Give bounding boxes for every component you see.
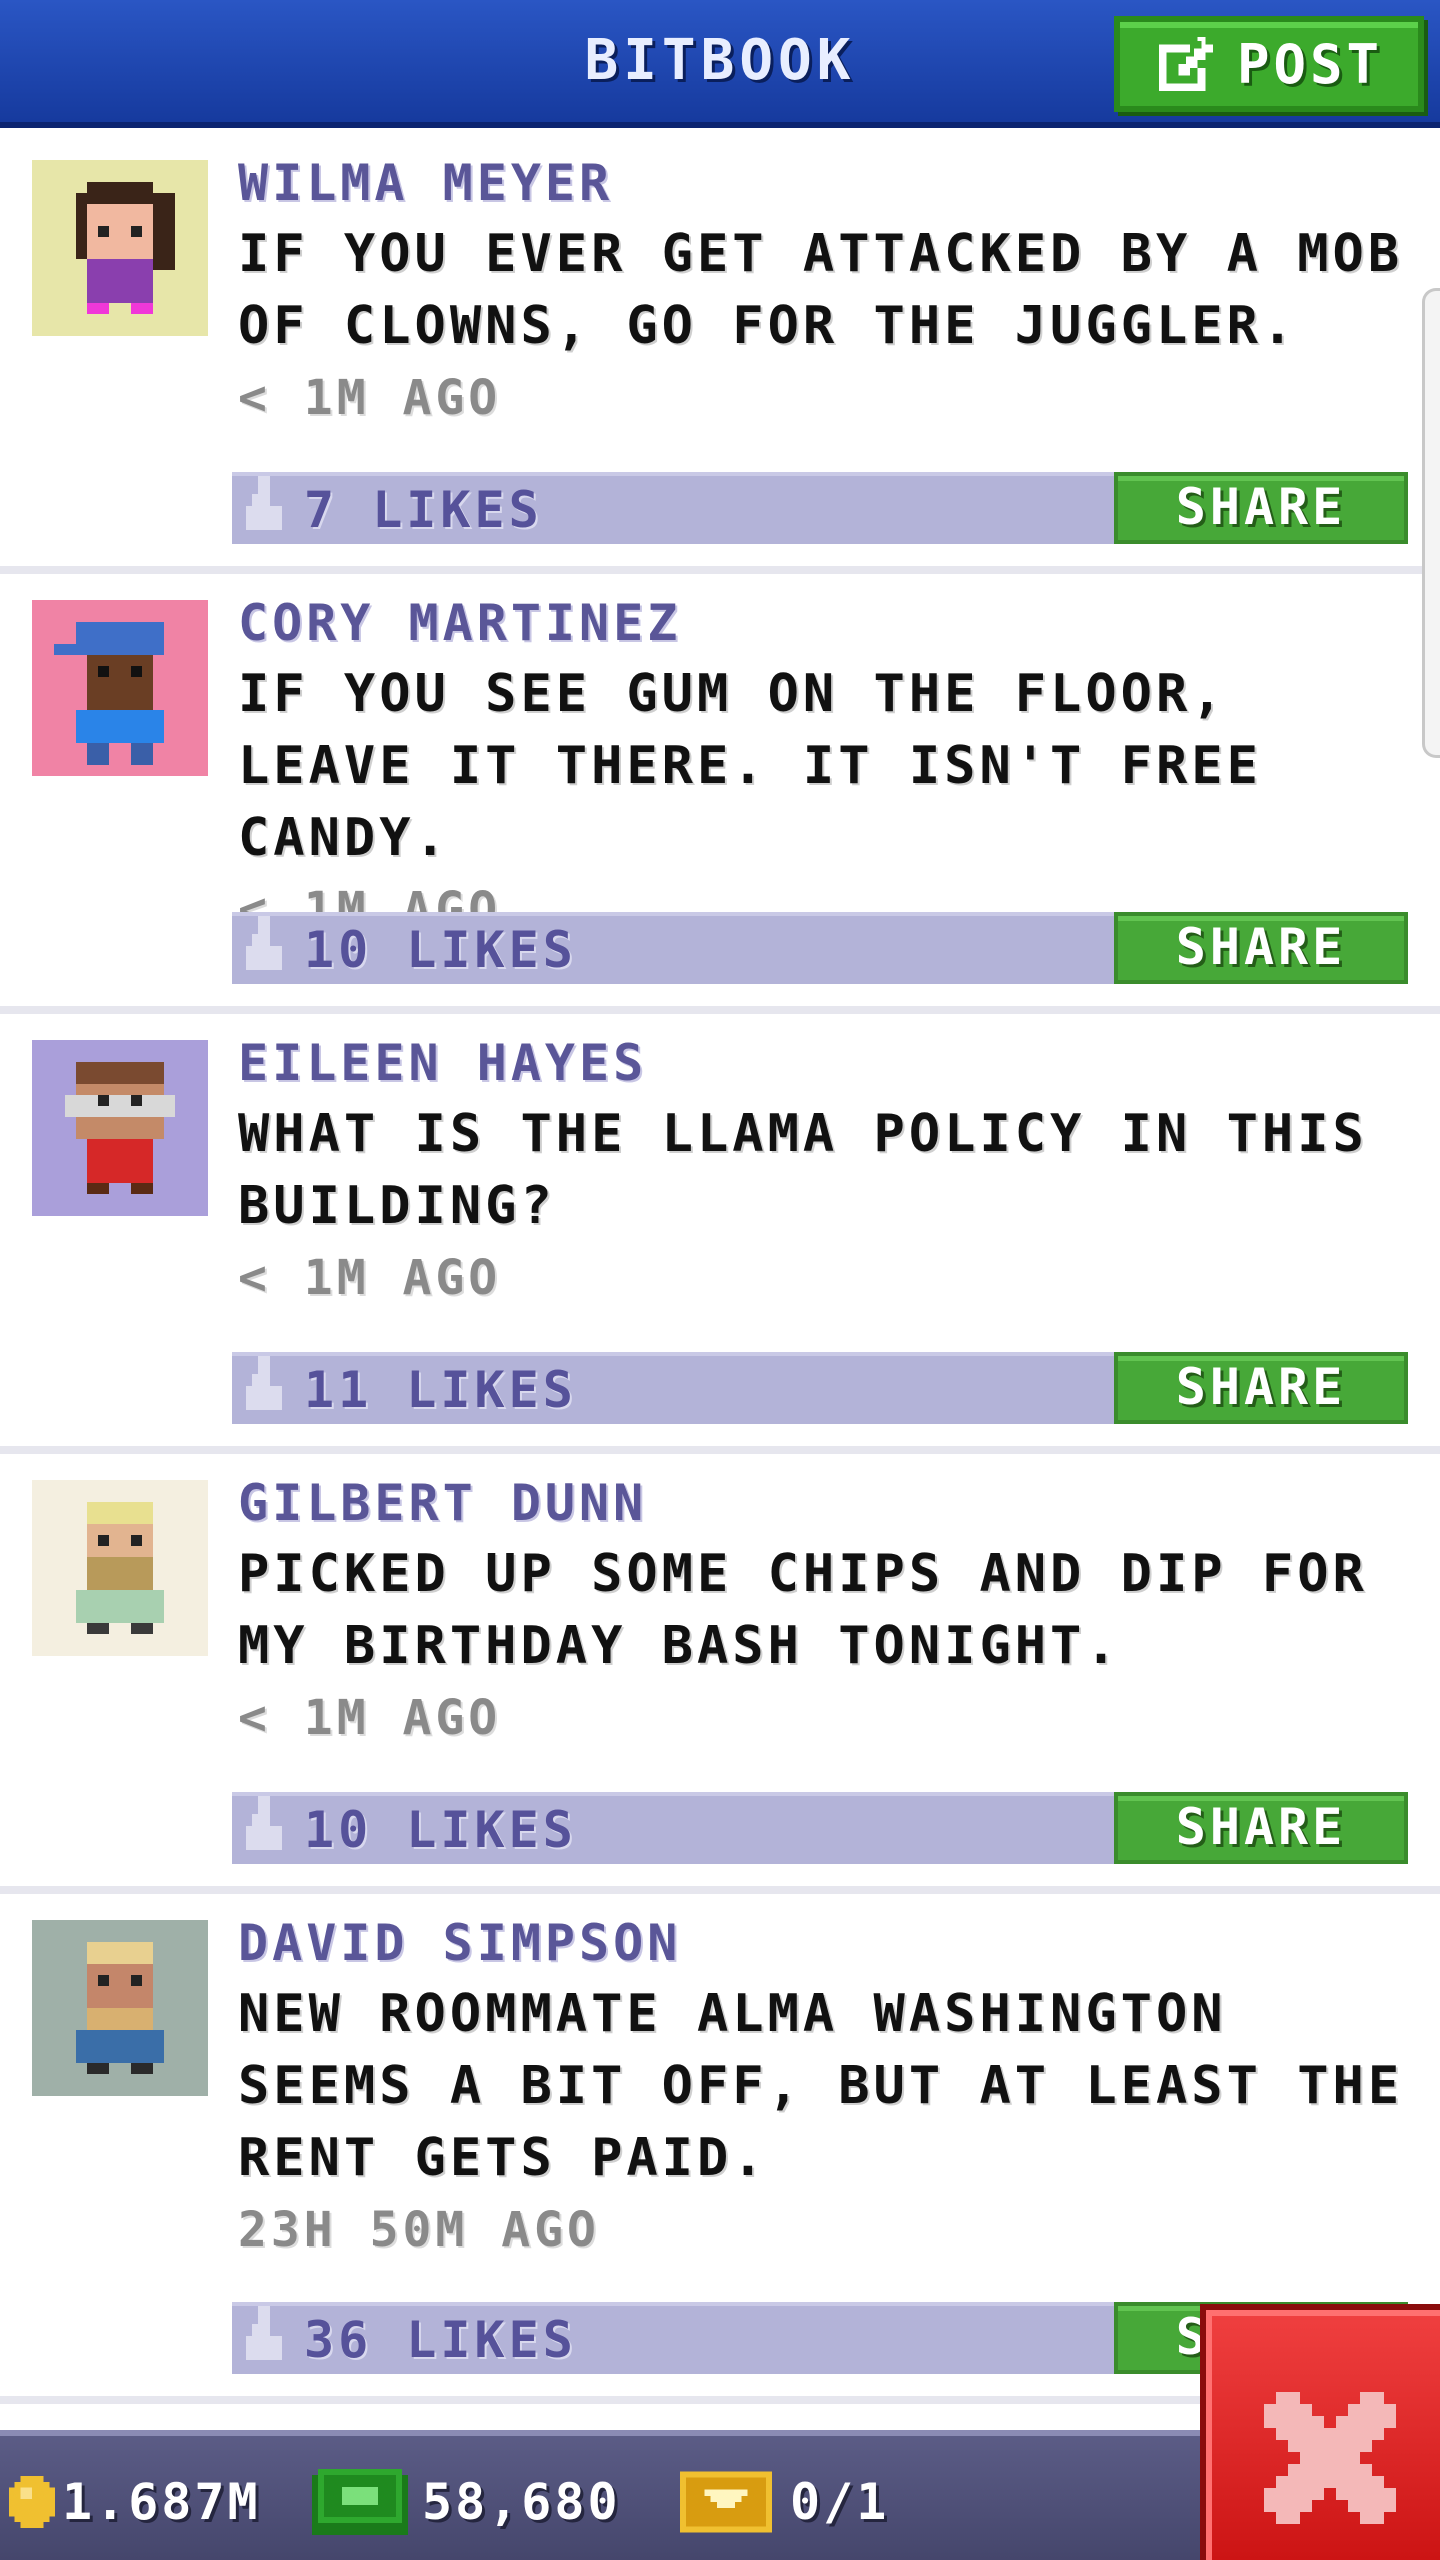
thumbs-up-icon[interactable] <box>246 476 282 536</box>
post-button[interactable]: POST <box>1114 16 1424 112</box>
share-button[interactable]: SHARE <box>1114 472 1408 544</box>
likes-bar: 7 LIKES SHARE <box>232 472 1408 544</box>
tickets-stat: 0/1 <box>680 2464 889 2540</box>
likes-count: 7 LIKES <box>304 481 543 539</box>
bitbook-screen: BITBOOK POST WILMA MEYER IF YOU EVER GET… <box>0 0 1440 2560</box>
coins-stat: 1.687M <box>8 2464 261 2540</box>
avatar <box>32 600 208 776</box>
close-button[interactable] <box>1200 2304 1440 2560</box>
avatar <box>32 1040 208 1216</box>
edit-icon <box>1158 36 1214 92</box>
cash-stat: 58,680 <box>312 2464 621 2540</box>
post-body: CORY MARTINEZ IF YOU SEE GUM ON THE FLOO… <box>238 592 1418 946</box>
share-button[interactable]: SHARE <box>1114 912 1408 984</box>
post-button-label: POST <box>1236 32 1384 96</box>
post-body: DAVID SIMPSON NEW ROOMMATE ALMA WASHINGT… <box>238 1912 1418 2266</box>
author-name[interactable]: WILMA MEYER <box>238 152 1418 214</box>
coins-value: 1.687M <box>62 2473 261 2531</box>
feed-post: CORY MARTINEZ IF YOU SEE GUM ON THE FLOO… <box>0 574 1440 1014</box>
likes-count: 11 LIKES <box>304 1361 577 1419</box>
cash-icon <box>312 2469 408 2535</box>
cash-value: 58,680 <box>422 2473 621 2531</box>
feed-post: WILMA MEYER IF YOU EVER GET ATTACKED BY … <box>0 134 1440 574</box>
post-timestamp: < 1M AGO <box>238 1690 502 1746</box>
thumbs-up-icon[interactable] <box>246 1796 282 1856</box>
likes-bar: 10 LIKES SHARE <box>232 912 1408 984</box>
likes-count: 10 LIKES <box>304 921 577 979</box>
avatar <box>32 1920 208 2096</box>
avatar <box>32 160 208 336</box>
share-button[interactable]: SHARE <box>1114 1352 1408 1424</box>
ticket-icon <box>680 2471 772 2533</box>
close-icon <box>1264 2392 1396 2524</box>
post-body: EILEEN HAYES WHAT IS THE LLAMA POLICY IN… <box>238 1032 1418 1314</box>
header-bar: BITBOOK POST <box>0 0 1440 128</box>
coin-icon <box>8 2476 56 2528</box>
scrollbar[interactable] <box>1422 288 1440 758</box>
share-button[interactable]: SHARE <box>1114 1792 1408 1864</box>
feed-post: EILEEN HAYES WHAT IS THE LLAMA POLICY IN… <box>0 1014 1440 1454</box>
likes-count: 36 LIKES <box>304 2311 577 2369</box>
tickets-value: 0/1 <box>790 2473 890 2531</box>
author-name[interactable]: EILEEN HAYES <box>238 1032 1418 1094</box>
post-body: WILMA MEYER IF YOU EVER GET ATTACKED BY … <box>238 152 1418 434</box>
post-text: IF YOU EVER GET ATTACKED BY A MOB OF CLO… <box>238 224 1404 356</box>
post-text: WHAT IS THE LLAMA POLICY IN THIS BUILDIN… <box>238 1104 1368 1236</box>
post-text: IF YOU SEE GUM ON THE FLOOR, LEAVE IT TH… <box>238 664 1262 868</box>
feed-post: GILBERT DUNN PICKED UP SOME CHIPS AND DI… <box>0 1454 1440 1894</box>
post-timestamp: < 1M AGO <box>238 1250 502 1306</box>
news-feed[interactable]: WILMA MEYER IF YOU EVER GET ATTACKED BY … <box>0 134 1440 2404</box>
author-name[interactable]: GILBERT DUNN <box>238 1472 1418 1534</box>
thumbs-up-icon[interactable] <box>246 2306 282 2366</box>
author-name[interactable]: CORY MARTINEZ <box>238 592 1418 654</box>
thumbs-up-icon[interactable] <box>246 1356 282 1416</box>
post-timestamp: 23H 50M AGO <box>238 2202 600 2258</box>
author-name[interactable]: DAVID SIMPSON <box>238 1912 1418 1974</box>
post-timestamp: < 1M AGO <box>238 370 502 426</box>
avatar <box>32 1480 208 1656</box>
post-body: GILBERT DUNN PICKED UP SOME CHIPS AND DI… <box>238 1472 1418 1754</box>
post-text: NEW ROOMMATE ALMA WASHINGTON SEEMS A BIT… <box>238 1984 1404 2188</box>
likes-bar: 11 LIKES SHARE <box>232 1352 1408 1424</box>
likes-bar: 10 LIKES SHARE <box>232 1792 1408 1864</box>
likes-count: 10 LIKES <box>304 1801 577 1859</box>
thumbs-up-icon[interactable] <box>246 916 282 976</box>
post-text: PICKED UP SOME CHIPS AND DIP FOR MY BIRT… <box>238 1544 1368 1676</box>
